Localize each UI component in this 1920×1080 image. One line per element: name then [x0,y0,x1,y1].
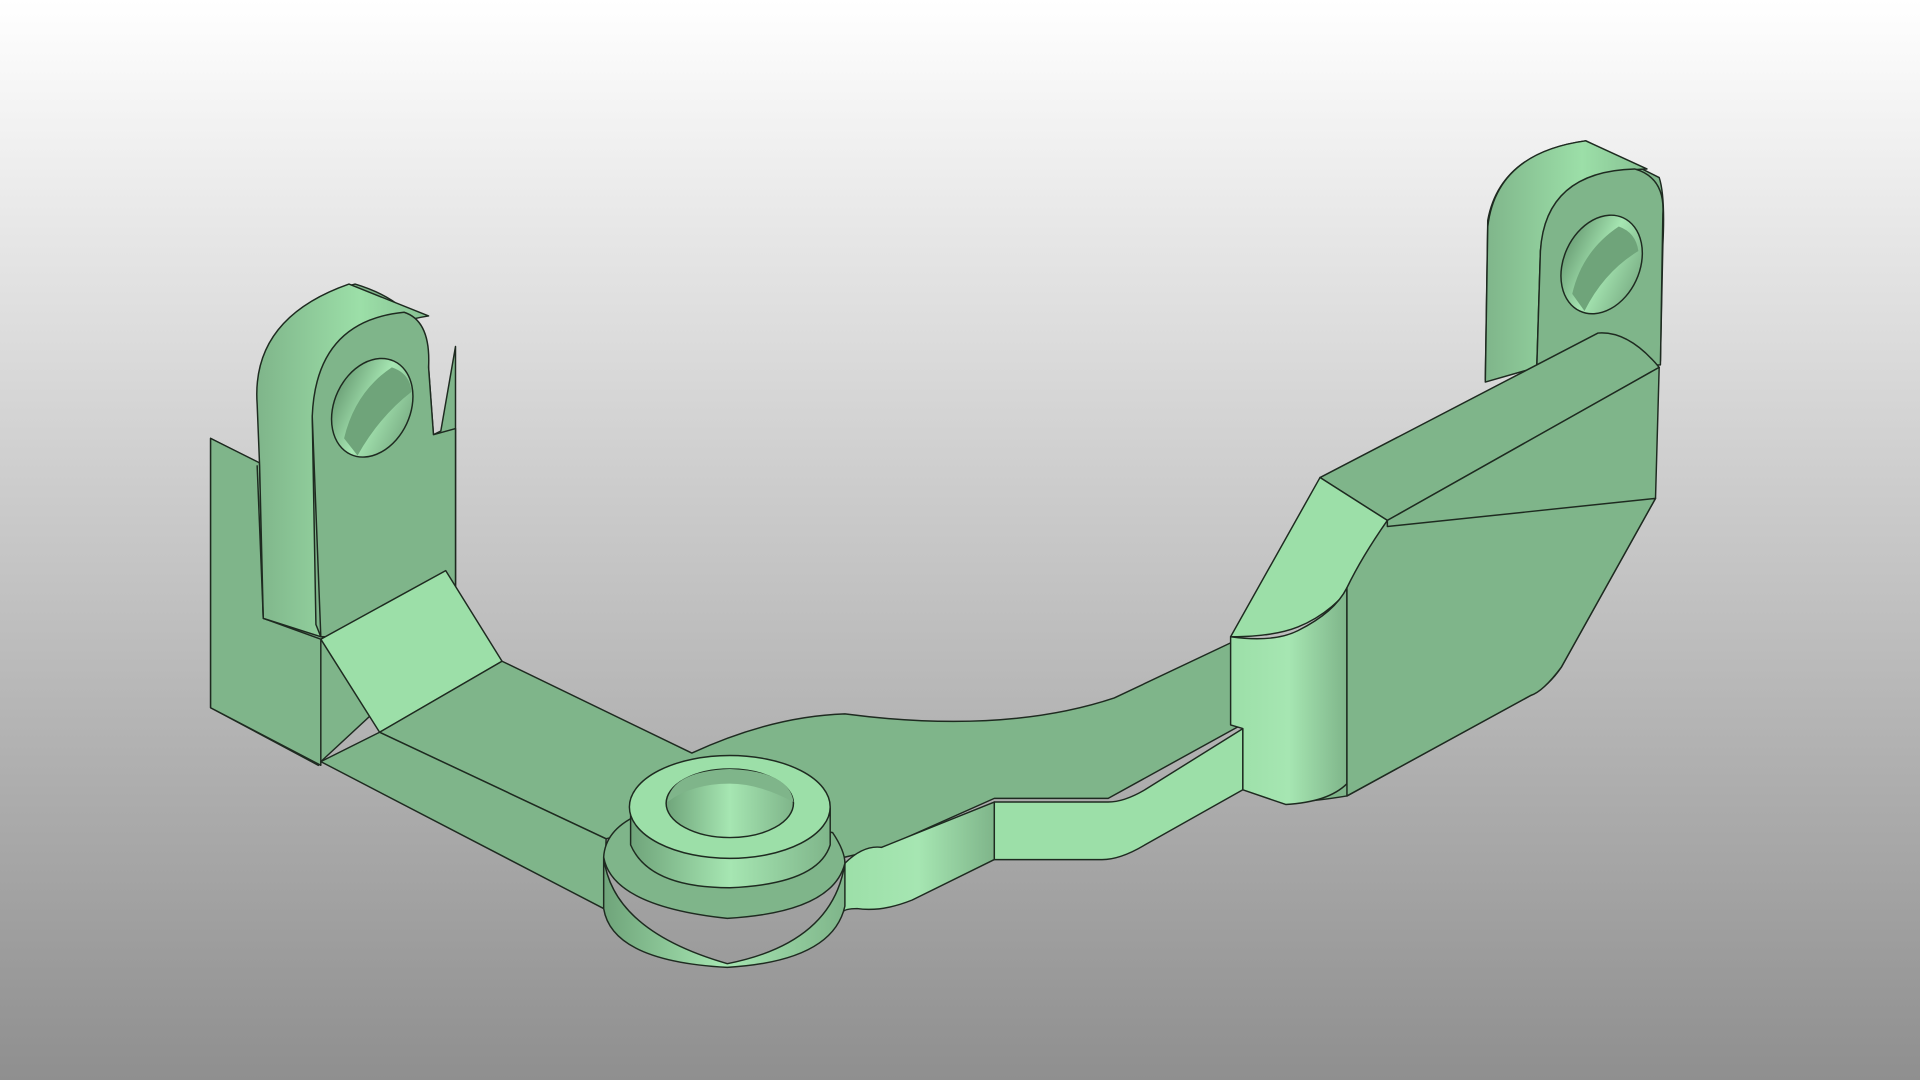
viewport-canvas[interactable] [0,0,1920,1080]
3d-viewport[interactable] [0,0,1920,1080]
